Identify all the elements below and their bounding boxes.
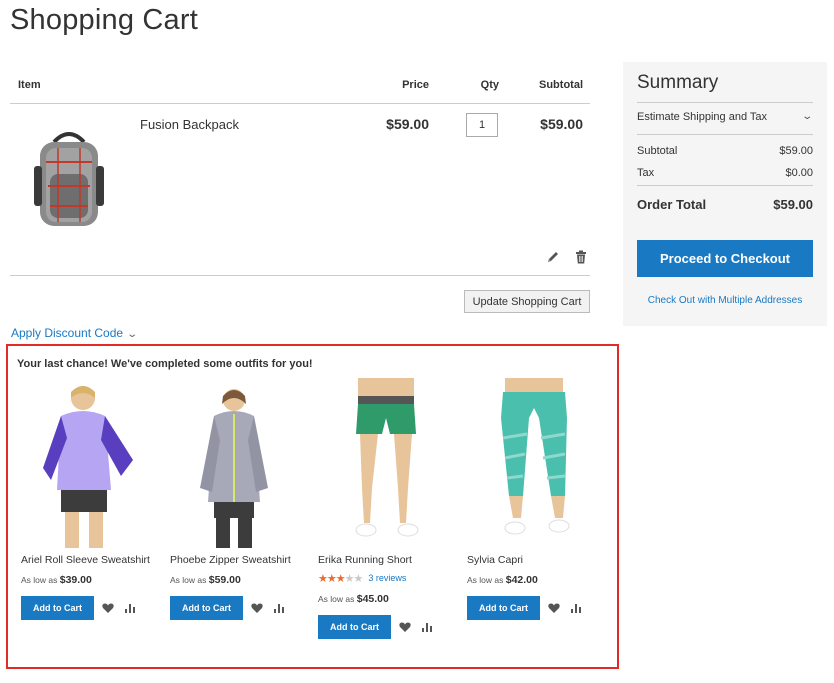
product-actions: Add to Cart (21, 596, 161, 620)
summary-title: Summary (637, 72, 719, 93)
estimate-shipping-label: Estimate Shipping and Tax (637, 111, 768, 123)
tax-label: Tax (637, 167, 655, 179)
product-card: Phoebe Zipper Sweatshirt As low as $59.0… (170, 378, 310, 620)
product-image[interactable] (170, 378, 304, 548)
order-summary: Summary Estimate Shipping and Tax ⌄ Subt… (623, 62, 827, 326)
product-name[interactable]: Ariel Roll Sleeve Sweatshirt (21, 554, 161, 566)
bar-chart-icon[interactable] (124, 601, 138, 615)
update-cart-button[interactable]: Update Shopping Cart (464, 290, 590, 313)
heart-icon[interactable] (399, 620, 413, 634)
item-price: $59.00 (386, 116, 429, 132)
column-header-item: Item (18, 79, 41, 91)
apply-discount-label: Apply Discount Code (11, 326, 124, 340)
product-price: As low as $45.00 (318, 593, 458, 605)
column-header-qty: Qty (480, 79, 499, 91)
add-to-cart-button[interactable]: Add to Cart (170, 596, 243, 620)
subtotal-row: Subtotal $59.00 (637, 145, 813, 157)
product-price: As low as $42.00 (467, 574, 607, 586)
product-name[interactable]: Fusion Backpack (140, 117, 239, 132)
chevron-down-icon: ⌄ (126, 329, 139, 340)
chevron-down-icon: ⌄ (800, 111, 813, 122)
subtotal-label: Subtotal (637, 145, 678, 157)
item-actions (546, 250, 588, 264)
tax-row: Tax $0.00 (637, 167, 813, 179)
product-image[interactable] (467, 378, 601, 548)
column-header-price: Price (402, 79, 429, 91)
product-name[interactable]: Phoebe Zipper Sweatshirt (170, 554, 310, 566)
add-to-cart-button[interactable]: Add to Cart (467, 596, 540, 620)
column-header-subtotal: Subtotal (539, 79, 583, 91)
cart-item-row: Fusion Backpack $59.00 $59.00 (10, 104, 590, 276)
price-value: $59.00 (208, 574, 241, 586)
heart-icon[interactable] (548, 601, 562, 615)
proceed-to-checkout-button[interactable]: Proceed to Checkout (637, 240, 813, 277)
price-prefix: As low as (21, 575, 58, 585)
product-actions: Add to Cart (170, 596, 310, 620)
recommendations-title: Your last chance! We've completed some o… (17, 358, 313, 370)
item-subtotal: $59.00 (540, 116, 583, 132)
price-value: $42.00 (505, 574, 538, 586)
heart-icon[interactable] (102, 601, 116, 615)
reviews-link[interactable]: 3 reviews (368, 573, 406, 583)
rating: ★★★★★ 3 reviews (318, 571, 458, 585)
divider (637, 102, 813, 103)
order-total-value: $59.00 (773, 197, 813, 212)
product-image[interactable] (21, 378, 155, 548)
estimate-shipping-toggle[interactable]: Estimate Shipping and Tax ⌄ (637, 111, 813, 123)
subtotal-value: $59.00 (779, 145, 813, 157)
product-actions: Add to Cart (318, 615, 458, 639)
multiple-addresses-link[interactable]: Check Out with Multiple Addresses (623, 295, 827, 306)
add-to-cart-button[interactable]: Add to Cart (318, 615, 391, 639)
price-prefix: As low as (318, 594, 355, 604)
heart-icon[interactable] (251, 601, 265, 615)
product-image-backpack[interactable] (24, 124, 114, 234)
product-image[interactable] (318, 378, 452, 548)
product-card: Sylvia Capri As low as $42.00 Add to Car… (467, 378, 607, 620)
trash-icon[interactable] (574, 250, 588, 264)
apply-discount-toggle[interactable]: Apply Discount Code ⌄ (11, 326, 139, 340)
product-actions: Add to Cart (467, 596, 607, 620)
product-price: As low as $39.00 (21, 574, 161, 586)
product-price: As low as $59.00 (170, 574, 310, 586)
cart-table-header: Item Price Qty Subtotal (10, 72, 590, 104)
price-value: $45.00 (356, 593, 389, 605)
bar-chart-icon[interactable] (421, 620, 435, 634)
product-card: Erika Running Short ★★★★★ 3 reviews As l… (318, 378, 458, 639)
order-total-row: Order Total $59.00 (637, 197, 813, 212)
product-name[interactable]: Sylvia Capri (467, 554, 607, 566)
product-card: Ariel Roll Sleeve Sweatshirt As low as $… (21, 378, 161, 620)
order-total-label: Order Total (637, 197, 707, 212)
price-prefix: As low as (467, 575, 504, 585)
bar-chart-icon[interactable] (570, 601, 584, 615)
pencil-icon[interactable] (546, 250, 560, 264)
price-prefix: As low as (170, 575, 207, 585)
divider (637, 185, 813, 186)
product-name[interactable]: Erika Running Short (318, 554, 458, 566)
star-rating-3-of-5: ★★★★★ (318, 572, 363, 585)
add-to-cart-button[interactable]: Add to Cart (21, 596, 94, 620)
bar-chart-icon[interactable] (273, 601, 287, 615)
outfit-recommendations: Your last chance! We've completed some o… (6, 344, 619, 669)
quantity-input[interactable] (466, 113, 498, 137)
tax-value: $0.00 (785, 167, 813, 179)
divider (637, 134, 813, 135)
page-title: Shopping Cart (10, 4, 198, 36)
price-value: $39.00 (59, 574, 92, 586)
